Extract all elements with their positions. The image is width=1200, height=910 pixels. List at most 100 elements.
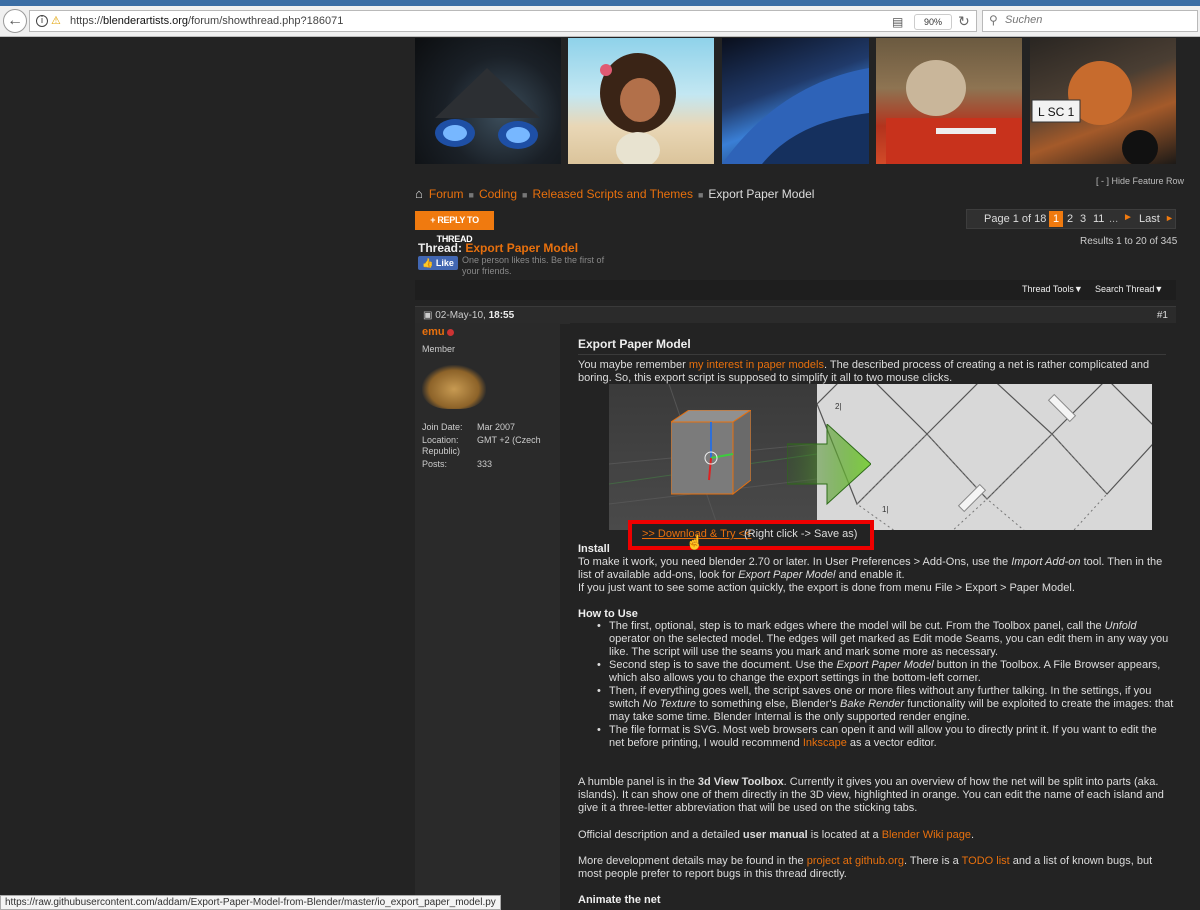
install-text: To make it work, you need blender 2.70 o…: [578, 556, 1012, 568]
svg-text:L SC 1: L SC 1: [1038, 105, 1075, 119]
page-ellipsis: ...: [1109, 213, 1119, 225]
green-arrow-icon: [787, 424, 871, 506]
inkscape-link[interactable]: Inkscape: [803, 737, 847, 749]
list-item: Then, if everything goes well, the scrip…: [597, 685, 1174, 724]
howto-italic: Unfold: [1104, 620, 1137, 632]
howto-heading: How to Use: [578, 608, 638, 620]
search-box[interactable]: ⚲: [982, 10, 1198, 32]
address-bar[interactable]: i ⚠ https://blenderartists.org/forum/sho…: [29, 10, 977, 32]
feature-image-5-art: L SC 1: [1031, 61, 1158, 164]
posts-value: 333: [477, 459, 493, 469]
back-button[interactable]: ←: [3, 9, 27, 33]
info-icon[interactable]: i: [36, 15, 48, 27]
breadcrumb-coding[interactable]: Coding: [479, 187, 517, 201]
dev-text: More development details may be found in…: [578, 855, 807, 867]
post-body: Export Paper Model You maybe remember my…: [570, 323, 1176, 910]
last-page-arrow-icon[interactable]: ►: [1165, 213, 1174, 223]
author-name[interactable]: emu: [422, 326, 445, 338]
list-item: The file format is SVG. Most web browser…: [597, 724, 1174, 750]
howto-text-2: to something else, Blender's: [696, 698, 840, 710]
thread-tools-menu[interactable]: Thread Tools▼: [1022, 284, 1083, 294]
page-link-11[interactable]: 11: [1093, 213, 1104, 225]
page-link-3[interactable]: 3: [1080, 213, 1086, 225]
howto-italic-2: Bake Render: [840, 698, 905, 710]
feature-image-3[interactable]: [722, 38, 869, 164]
thread-title: Thread: Export Paper Model: [418, 241, 578, 255]
official-text-3: .: [971, 829, 975, 841]
zoom-indicator[interactable]: 90%: [914, 14, 952, 30]
browser-toolbar: ← i ⚠ https://blenderartists.org/forum/s…: [0, 6, 1200, 37]
reply-to-thread-button[interactable]: + REPLY TO THREAD: [415, 211, 494, 244]
cube-viewport-image: [609, 384, 818, 530]
official-bold: user manual: [742, 829, 808, 841]
next-page-icon[interactable]: ►: [1123, 212, 1133, 223]
blender-wiki-link[interactable]: Blender Wiki page: [882, 829, 971, 841]
list-item: The first, optional, step is to mark edg…: [597, 620, 1174, 659]
join-date-label: Join Date:: [422, 422, 463, 432]
url-domain: blenderartists.org: [103, 15, 189, 27]
install-italic: Import Add-on: [1011, 556, 1081, 568]
dev-text-2: . There is a: [903, 855, 962, 867]
thread-title-link[interactable]: Export Paper Model: [465, 241, 578, 255]
post-time: 18:55: [488, 310, 515, 321]
title-divider: [578, 354, 1166, 355]
page-current: 1: [1049, 211, 1063, 227]
howto-text: The first, optional, step is to mark edg…: [609, 620, 1105, 632]
panel-bold: 3d View Toolbox: [697, 776, 784, 788]
thread-prefix: Thread:: [418, 241, 463, 255]
reader-view-icon[interactable]: ▤: [892, 15, 903, 29]
page-label: Page 1 of 18: [984, 213, 1047, 225]
feature-image-4[interactable]: [876, 38, 1022, 164]
offline-status-icon: [447, 329, 454, 336]
intro-paragraph: You maybe remember my interest in paper …: [578, 359, 1158, 385]
user-title: Member: [422, 344, 456, 354]
github-project-link[interactable]: project at github.org: [807, 855, 904, 867]
hide-feature-row-link[interactable]: [ - ] Hide Feature Row: [1096, 176, 1184, 186]
warning-icon[interactable]: ⚠: [51, 14, 61, 27]
thread-tools-bar: Thread Tools▼ Search Thread▼: [415, 280, 1176, 300]
panel-paragraph: A humble panel is in the 3d View Toolbox…: [578, 776, 1164, 815]
svg-text:1|: 1|: [882, 505, 889, 514]
feature-image-5[interactable]: L SC 1: [1030, 38, 1176, 164]
post-number[interactable]: #1: [1157, 310, 1168, 321]
feature-image-3-art: [722, 68, 869, 164]
paper-models-link[interactable]: my interest in paper models: [689, 359, 824, 371]
download-hint: (Right click -> Save as): [744, 528, 858, 540]
home-icon[interactable]: ⌂: [415, 186, 423, 201]
breadcrumb-separator: ■: [697, 190, 704, 200]
search-icon: ⚲: [989, 13, 998, 27]
hand-cursor-icon: ☝: [686, 534, 704, 550]
post-icon: ▣: [423, 310, 433, 321]
feature-image-2[interactable]: [568, 38, 714, 164]
howto-text-2: as a vector editor.: [846, 737, 937, 749]
feature-image-2-art: [600, 53, 676, 164]
breadcrumb-forum[interactable]: Forum: [429, 187, 464, 201]
search-thread-menu[interactable]: Search Thread▼: [1095, 284, 1163, 294]
howto-italic: Export Paper Model: [836, 659, 934, 671]
breadcrumb-separator: ■: [468, 190, 474, 200]
avatar[interactable]: [422, 365, 486, 409]
page-link-2[interactable]: 2: [1067, 213, 1073, 225]
facebook-like-button[interactable]: 👍 Like: [418, 256, 458, 270]
official-text-2: is located at a: [807, 829, 882, 841]
post-date-text: 02-May-10,: [435, 310, 486, 321]
reload-icon[interactable]: ↻: [958, 13, 970, 30]
breadcrumb-released-scripts[interactable]: Released Scripts and Themes: [532, 187, 693, 201]
post-header: ▣ 02-May-10, 18:55 #1: [415, 306, 1176, 324]
posts-label: Posts:: [422, 459, 448, 469]
howto-text-2: operator on the selected model. The edge…: [609, 633, 1169, 658]
breadcrumb: ⌂ Forum ■ Coding ■ Released Scripts and Theme…: [415, 186, 814, 201]
search-input[interactable]: [1005, 14, 1185, 26]
feature-image-4-art: [886, 60, 1022, 164]
post-date: ▣ 02-May-10, 18:55: [423, 310, 514, 321]
status-bar-url: https://raw.githubusercontent.com/addam/…: [0, 895, 501, 910]
url-path: /forum/showthread.php?186071: [188, 15, 344, 27]
breadcrumb-separator: ■: [522, 190, 528, 200]
url-text[interactable]: https://blenderartists.org/forum/showthr…: [70, 15, 343, 27]
animate-heading: Animate the net: [578, 894, 661, 906]
dev-paragraph: More development details may be found in…: [578, 855, 1164, 881]
last-page-link[interactable]: Last: [1139, 213, 1160, 225]
todo-list-link[interactable]: TODO list: [962, 855, 1010, 867]
feature-image-1[interactable]: [415, 38, 561, 164]
like-label: Like: [435, 258, 454, 268]
